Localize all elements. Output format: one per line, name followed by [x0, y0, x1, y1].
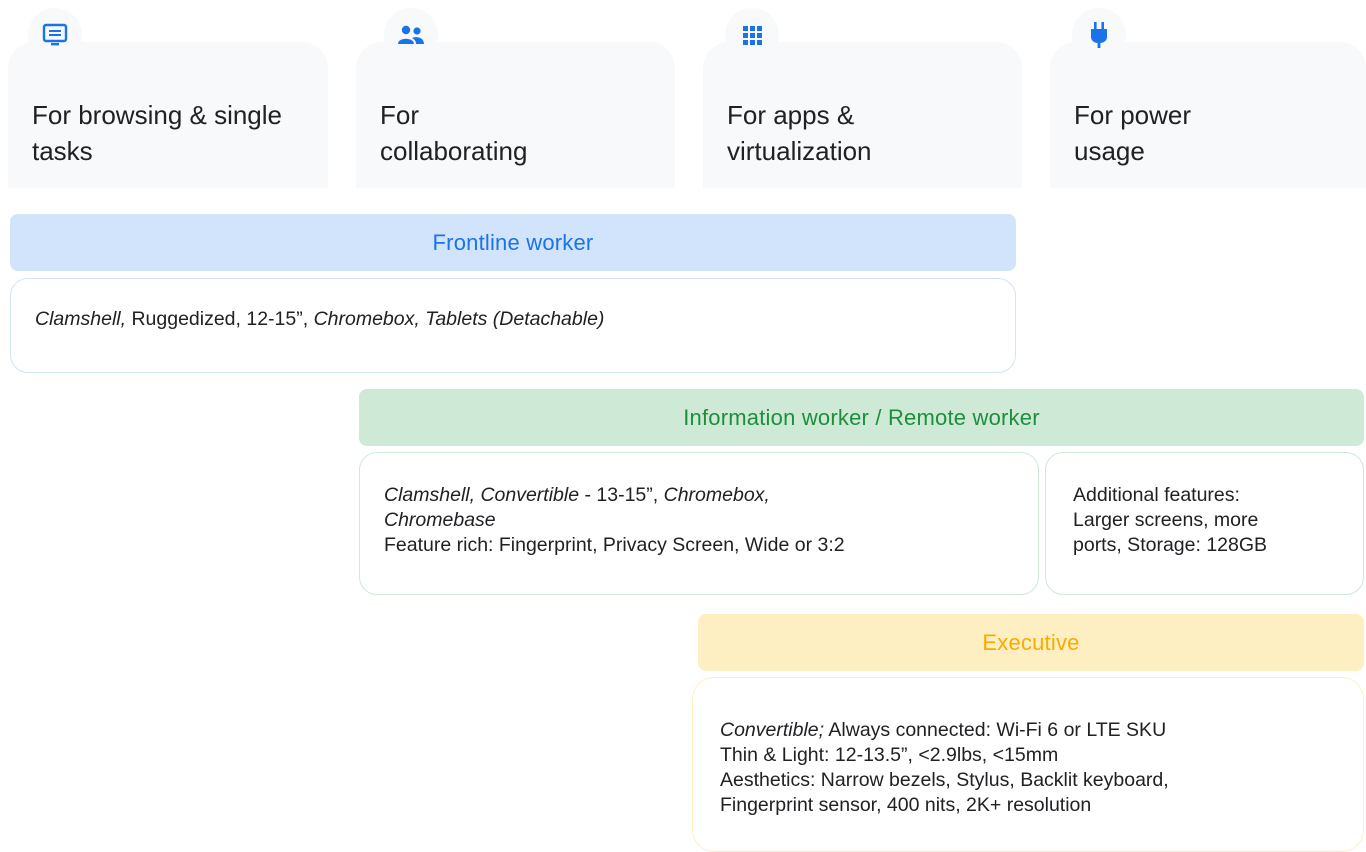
information-worker-band: Information worker / Remote worker [359, 389, 1364, 446]
executive-band: Executive [698, 614, 1364, 671]
category-browsing: For browsing & single tasks [8, 8, 328, 188]
info-spec-line3: Feature rich: Fingerprint, Privacy Scree… [384, 534, 845, 556]
people-icon [384, 8, 438, 62]
info-spec-line2: Chromebase [384, 509, 496, 531]
executive-specs: Convertible; Always connected: Wi-Fi 6 o… [692, 677, 1364, 852]
category-power: For power usage [1050, 8, 1366, 188]
category-label: For browsing & single tasks [32, 100, 282, 166]
category-label: For power usage [1074, 100, 1192, 166]
info-spec-italic: Clamshell, Convertible [384, 484, 580, 506]
exec-spec-italic: Convertible; [720, 719, 825, 741]
apps-grid-icon [725, 8, 779, 62]
frontline-spec-italic: Clamshell, [35, 308, 127, 330]
information-worker-specs: Clamshell, Convertible - 13-15”, Chromeb… [359, 452, 1039, 595]
exec-spec-line2: Thin & Light: 12-13.5”, <2.9lbs, <15mm [720, 744, 1059, 766]
executive-title: Executive [982, 629, 1080, 655]
category-collaborating: For collaborating [356, 8, 675, 188]
information-worker-additional: Additional features: Larger screens, mor… [1045, 452, 1364, 595]
frontline-worker-band: Frontline worker [10, 214, 1016, 271]
additional-line2: Larger screens, more [1073, 509, 1259, 531]
browser-window-icon [28, 8, 82, 62]
exec-spec-line4: Fingerprint sensor, 400 nits, 2K+ resolu… [720, 794, 1092, 816]
frontline-worker-title: Frontline worker [432, 229, 594, 255]
category-apps: For apps & virtualization [703, 8, 1022, 188]
info-spec-text: - 13-15”, [579, 484, 664, 506]
category-label: For apps & virtualization [727, 100, 872, 166]
exec-spec-line1: Always connected: Wi-Fi 6 or LTE SKU [824, 719, 1167, 741]
additional-line1: Additional features: [1073, 484, 1240, 506]
frontline-worker-specs: Clamshell, Ruggedized, 12-15”, Chromebox… [10, 278, 1016, 373]
additional-line3: ports, Storage: 128GB [1073, 534, 1268, 556]
frontline-spec-italic-2: Chromebox, Tablets (Detachable) [313, 308, 605, 330]
information-worker-title: Information worker / Remote worker [683, 404, 1040, 430]
power-plug-icon [1072, 8, 1126, 62]
info-spec-italic-2: Chromebox, [663, 484, 770, 506]
exec-spec-line3: Aesthetics: Narrow bezels, Stylus, Backl… [720, 769, 1169, 791]
category-label: For collaborating [380, 100, 528, 166]
frontline-spec-text: Ruggedized, 12-15”, [126, 308, 314, 330]
